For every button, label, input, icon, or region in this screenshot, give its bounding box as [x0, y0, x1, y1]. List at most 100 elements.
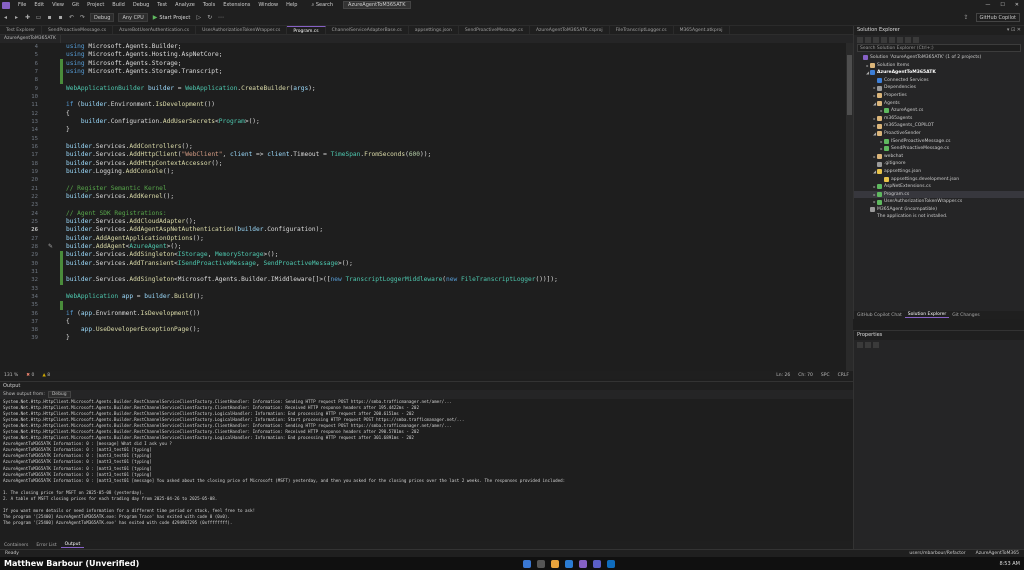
output-source-select[interactable]: Debug	[47, 391, 71, 398]
output-text[interactable]: System.Net.Http.HttpClient.Microsoft.Age…	[0, 399, 853, 540]
tree-node[interactable]: M365Agent (incompatible)	[854, 206, 1024, 214]
scrollbar-thumb[interactable]	[847, 55, 852, 115]
bottom-tab[interactable]: Containers	[0, 543, 32, 548]
code-line[interactable]: builder.Services.AddSingleton<IStorage, …	[66, 251, 846, 259]
code-line[interactable]: builder.Configuration.AddUserSecrets<Pro…	[66, 118, 846, 126]
code-line[interactable]: }}	[66, 126, 846, 134]
document-tab[interactable]: ChannelServiceAdapterBase.cs	[326, 26, 409, 34]
code-text[interactable]: using Microsoft.Agents.Builder; using Mic…	[66, 43, 846, 371]
code-line[interactable]: using Microsoft.Agents.Storage;using Mic…	[66, 60, 846, 68]
document-tab[interactable]: SendProactiveMessage.cs	[42, 26, 114, 34]
code-line[interactable]: // Agent SDK Registrations:// Agent SDK …	[66, 210, 846, 218]
menu-item[interactable]: Project	[83, 2, 108, 8]
tree-node[interactable]: ▸ ISendProactiveMessage.cs	[854, 138, 1024, 146]
code-line[interactable]: {{	[66, 110, 846, 118]
tree-node[interactable]: ◢ Agents	[854, 100, 1024, 108]
code-line[interactable]	[66, 93, 846, 101]
menu-item[interactable]: Build	[108, 2, 129, 8]
editor-gutter[interactable]	[44, 43, 64, 371]
undo-icon[interactable]: ↶	[67, 13, 76, 22]
code-line[interactable]: builder.Services.AddControllers();builde…	[66, 143, 846, 151]
tree-node[interactable]: ▸ m365agents	[854, 115, 1024, 123]
code-line[interactable]	[66, 176, 846, 184]
document-tab[interactable]: M365Agent.atkproj	[674, 26, 730, 34]
tree-node[interactable]: ▸ UserAuthorizationTokenWrapper.cs	[854, 198, 1024, 206]
tree-node[interactable]: ▸ Program.cs	[854, 190, 1024, 199]
tree-node[interactable]: ▸ AspNetExtensions.cs	[854, 183, 1024, 191]
code-line[interactable]: {{	[66, 318, 846, 326]
start-without-debug-icon[interactable]: ▷	[194, 13, 203, 22]
code-line[interactable]	[66, 285, 846, 293]
alphabetical-icon[interactable]	[865, 341, 871, 348]
property-pages-icon[interactable]	[873, 341, 879, 348]
open-icon[interactable]: ▭	[34, 13, 43, 22]
code-line[interactable]: builder.Services.AddAgentAspNetAuthentic…	[66, 226, 846, 234]
menu-item[interactable]: Extensions	[219, 2, 254, 8]
toolbar-options-icon[interactable]: ⋯	[216, 13, 225, 22]
project-combo[interactable]: AzureAgentToM365ATK	[0, 35, 61, 43]
bottom-tab[interactable]: Output	[60, 542, 85, 548]
properties-icon[interactable]	[913, 36, 919, 43]
pane-options-icon[interactable]: ▾ ⊡ ✕	[1007, 26, 1024, 35]
forward-icon[interactable]	[865, 36, 871, 43]
code-line[interactable]: using Microsoft.Agents.Builder;using Mic…	[66, 43, 846, 51]
menu-item[interactable]: File	[14, 2, 30, 8]
platform-select[interactable]: Any CPU	[118, 13, 148, 22]
close-button[interactable]: ✕	[1010, 2, 1024, 8]
hot-reload-icon[interactable]: ↻	[205, 13, 214, 22]
code-line[interactable]: // Register Semantic Kernel// Register S…	[66, 185, 846, 193]
collapse-all-icon[interactable]	[897, 36, 903, 43]
code-line[interactable]: builder.AddAgentApplicationOptions();bui…	[66, 235, 846, 243]
tree-node[interactable]: ▸ Properties	[854, 92, 1024, 100]
document-tab[interactable]: AzureBotUserAuthentication.cs	[113, 26, 197, 34]
bottom-tab[interactable]: Error List	[32, 543, 60, 548]
error-count[interactable]: ✖ 0	[22, 373, 38, 378]
edit-pencil-icon[interactable]: ✎	[48, 243, 53, 250]
document-tab[interactable]: UserAuthorizationTokenWrapper.cs	[196, 26, 288, 34]
code-line[interactable]: builder.AddAgent<AzureAgent>();builder.A…	[66, 243, 846, 251]
menu-item[interactable]: Tools	[199, 2, 219, 8]
back-icon[interactable]	[857, 36, 863, 43]
document-tab[interactable]: FileTranscriptLogger.cs	[610, 26, 674, 34]
tree-node[interactable]: ◢ ProactiveSender	[854, 130, 1024, 138]
solution-search-input[interactable]: Search Solution Explorer (Ctrl+;)	[857, 44, 1021, 52]
teams-icon[interactable]	[593, 559, 602, 568]
categorized-icon[interactable]	[857, 341, 863, 348]
code-line[interactable]: builder.Services.AddKernel();builder.Ser…	[66, 193, 846, 201]
code-line[interactable]: builder.Services.AddTransient<ISendProac…	[66, 260, 846, 268]
line-ending-indicator[interactable]: CRLF	[834, 373, 853, 378]
document-tab[interactable]: SendProactiveMessage.cs	[459, 26, 530, 34]
tree-node[interactable]: ▸ Dependencies	[854, 84, 1024, 92]
save-all-icon[interactable]: ▪	[56, 13, 65, 22]
edge-icon[interactable]	[565, 559, 574, 568]
menu-item[interactable]: Test	[153, 2, 171, 8]
code-line[interactable]: using Microsoft.Agents.Hosting.AspNetCor…	[66, 51, 846, 59]
code-line[interactable]	[66, 268, 846, 276]
refresh-icon[interactable]	[889, 36, 895, 43]
forward-icon[interactable]: ▸	[12, 13, 21, 22]
code-line[interactable]: WebApplication app = builder.Build();Web…	[66, 293, 846, 301]
code-line[interactable]	[66, 76, 846, 84]
show-all-files-icon[interactable]	[905, 36, 911, 43]
menu-item[interactable]: View	[48, 2, 68, 8]
code-line[interactable]	[66, 301, 846, 309]
code-line[interactable]	[66, 135, 846, 143]
code-line[interactable]: builder.Services.AddHttpContextAccessor(…	[66, 160, 846, 168]
git-branch[interactable]: users/mbarbour/Refactor	[904, 551, 970, 556]
tree-node[interactable]: ◢ appsettings.json	[854, 168, 1024, 176]
menu-item[interactable]: Window	[254, 2, 282, 8]
tree-node[interactable]: ▸ m365agents_COPILOT	[854, 122, 1024, 130]
clock[interactable]: 8:53 AM	[999, 561, 1024, 567]
zoom-level[interactable]: 131 %	[0, 373, 22, 378]
menu-item[interactable]: Help	[282, 2, 301, 8]
menu-item[interactable]: Analyze	[171, 2, 199, 8]
tree-node[interactable]: The application is not installed.	[854, 213, 1024, 221]
github-copilot-button[interactable]: GitHub Copilot	[975, 13, 1020, 22]
menu-item[interactable]: Edit	[30, 2, 48, 8]
tree-node[interactable]: ▸ AzureAgent.cs	[854, 107, 1024, 115]
warning-count[interactable]: ▲ 8	[38, 373, 54, 378]
maximize-button[interactable]: ☐	[995, 2, 1009, 8]
code-line[interactable]: builder.Services.AddCloudAdapter();build…	[66, 218, 846, 226]
visual-studio-icon[interactable]	[579, 559, 588, 568]
tree-node[interactable]: Solution 'AzureAgentToM365ATK' (1 of 2 p…	[854, 54, 1024, 62]
